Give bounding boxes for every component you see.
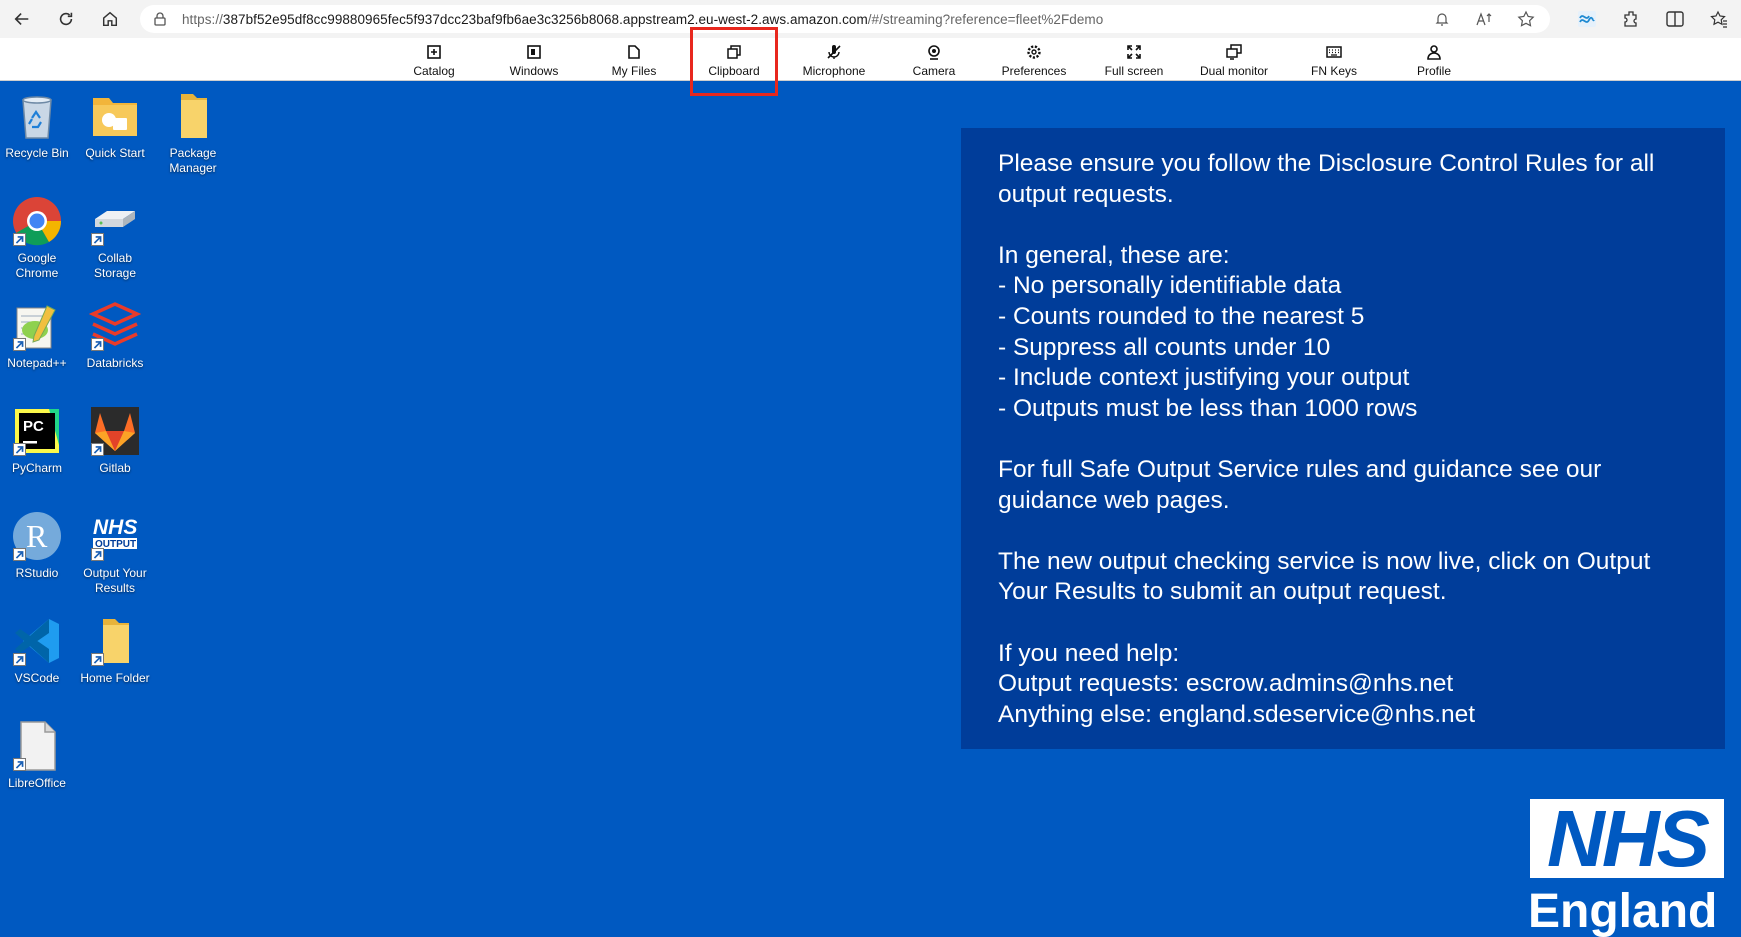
panel-line: Anything else: england.sdeservice@nhs.ne…: [998, 700, 1476, 728]
svg-text:R: R: [26, 518, 48, 554]
shortcut-arrow-icon: [13, 443, 26, 456]
camera-icon: [928, 45, 940, 60]
desktop-icon-vscode[interactable]: VSCode: [0, 615, 76, 686]
toolbar-catalog[interactable]: Catalog: [384, 42, 484, 78]
shortcut-arrow-icon: [13, 338, 26, 351]
desktop-icon-home-folder[interactable]: Home Folder: [76, 615, 154, 686]
extensions-icon[interactable]: [1609, 0, 1653, 38]
panel-line: The new output checking service is now l…: [998, 547, 1651, 575]
toolbar-camera[interactable]: Camera: [884, 42, 984, 78]
shortcut-arrow-icon: [91, 653, 104, 666]
panel-line: - Suppress all counts under 10: [998, 333, 1331, 361]
profile-icon: [1427, 45, 1441, 60]
nhs-logo: NHS: [1530, 798, 1724, 878]
disclosure-rules-panel: Please ensure you follow the Disclosure …: [961, 128, 1725, 749]
quick-start-icon: [93, 98, 137, 136]
shortcut-arrow-icon: [13, 548, 26, 561]
toolbar-full-screen[interactable]: Full screen: [1084, 42, 1184, 78]
shortcut-arrow-icon: [13, 653, 26, 666]
shortcut-arrow-icon: [13, 233, 26, 246]
appstream-toolbar: Catalog Windows My Files Clipboard Micro…: [0, 38, 1741, 81]
panel-line: Output requests: escrow.admins@nhs.net: [998, 670, 1454, 698]
shortcut-arrow-icon: [13, 758, 26, 771]
recycle-bin-icon: [22, 96, 52, 139]
desktop-icon-gitlab[interactable]: Gitlab: [76, 405, 154, 476]
desktop-icon-libreoffice[interactable]: LibreOffice: [0, 720, 76, 791]
panel-line: - Counts rounded to the nearest 5: [998, 302, 1365, 330]
gear-icon: [1027, 45, 1041, 59]
desktop-icon-rstudio[interactable]: R RStudio: [0, 510, 76, 581]
panel-line: - Include context justifying your output: [998, 364, 1410, 392]
address-bar[interactable]: https://387bf52e95df8cc99880965fec5f937d…: [140, 5, 1550, 33]
shortcut-arrow-icon: [91, 338, 104, 351]
toolbar-profile[interactable]: Profile: [1384, 42, 1484, 78]
toolbar-windows[interactable]: Windows: [484, 42, 584, 78]
panel-line: - No personally identifiable data: [998, 272, 1342, 300]
home-icon: [102, 11, 118, 27]
full-screen-icon: [1127, 45, 1141, 59]
refresh-button[interactable]: [44, 0, 88, 38]
desktop-icon-package-manager[interactable]: Package Manager: [154, 90, 232, 176]
toolbar-preferences[interactable]: Preferences: [984, 42, 1084, 78]
panel-line: If you need help:: [998, 639, 1180, 667]
site-info-icon[interactable]: [152, 11, 168, 27]
url-text: https://387bf52e95df8cc99880965fec5f937d…: [182, 11, 1104, 27]
desktop-icon-output-your-results[interactable]: NHS OUTPUT Output Your Results: [76, 510, 154, 596]
panel-line: - Outputs must be less than 1000 rows: [998, 394, 1418, 422]
desktop-icon-google-chrome[interactable]: Google Chrome: [0, 195, 76, 281]
my-files-icon: [628, 45, 640, 59]
desktop-icon-collab-storage[interactable]: Collab Storage: [76, 195, 154, 281]
desktop-icon-quick-start[interactable]: Quick Start: [76, 90, 154, 161]
panel-line: output requests.: [998, 180, 1174, 208]
desktop-icon-recycle-bin[interactable]: Recycle Bin: [0, 90, 76, 161]
toolbar-fn-keys[interactable]: FN Keys: [1284, 42, 1384, 78]
shortcut-arrow-icon: [91, 443, 104, 456]
catalog-icon: [427, 45, 441, 59]
extension-wave-icon[interactable]: [1565, 0, 1609, 38]
read-aloud-icon[interactable]: [1474, 9, 1494, 29]
microphone-icon: [827, 45, 841, 59]
keyboard-icon: [1326, 46, 1342, 58]
back-button[interactable]: [0, 0, 44, 38]
clipboard-icon: [727, 45, 741, 59]
refresh-icon: [59, 12, 73, 26]
browser-bar: https://387bf52e95df8cc99880965fec5f937d…: [0, 0, 1741, 38]
folder-icon: [181, 94, 207, 138]
desktop-icon-pycharm[interactable]: PC PyCharm: [0, 405, 76, 476]
home-button[interactable]: [88, 0, 132, 38]
panel-line: In general, these are:: [998, 241, 1230, 269]
desktop-icon-notepad-plus-plus[interactable]: Notepad++: [0, 300, 76, 371]
toolbar-microphone[interactable]: Microphone: [784, 42, 884, 78]
favorites-icon[interactable]: [1697, 0, 1741, 38]
notification-icon[interactable]: [1432, 9, 1452, 29]
desktop-icon-databricks[interactable]: Databricks: [76, 300, 154, 371]
shortcut-arrow-icon: [91, 233, 104, 246]
nhs-england-text: England: [1528, 885, 1718, 937]
split-screen-icon[interactable]: [1653, 0, 1697, 38]
panel-line: Your Results to submit an output request…: [998, 578, 1447, 606]
svg-text:PC: PC: [23, 418, 44, 435]
panel-line: guidance web pages.: [998, 486, 1230, 514]
shortcut-arrow-icon: [91, 548, 104, 561]
toolbar-my-files[interactable]: My Files: [584, 42, 684, 78]
favorite-star-icon[interactable]: [1516, 9, 1536, 29]
toolbar-clipboard[interactable]: Clipboard: [684, 42, 784, 78]
windows-icon: [527, 45, 541, 59]
arrow-left-icon: [14, 13, 29, 25]
panel-line: Please ensure you follow the Disclosure …: [998, 150, 1655, 177]
toolbar-dual-monitor[interactable]: Dual monitor: [1184, 42, 1284, 78]
dual-monitor-icon: [1226, 44, 1242, 60]
panel-line: For full Safe Output Service rules and g…: [998, 455, 1602, 483]
